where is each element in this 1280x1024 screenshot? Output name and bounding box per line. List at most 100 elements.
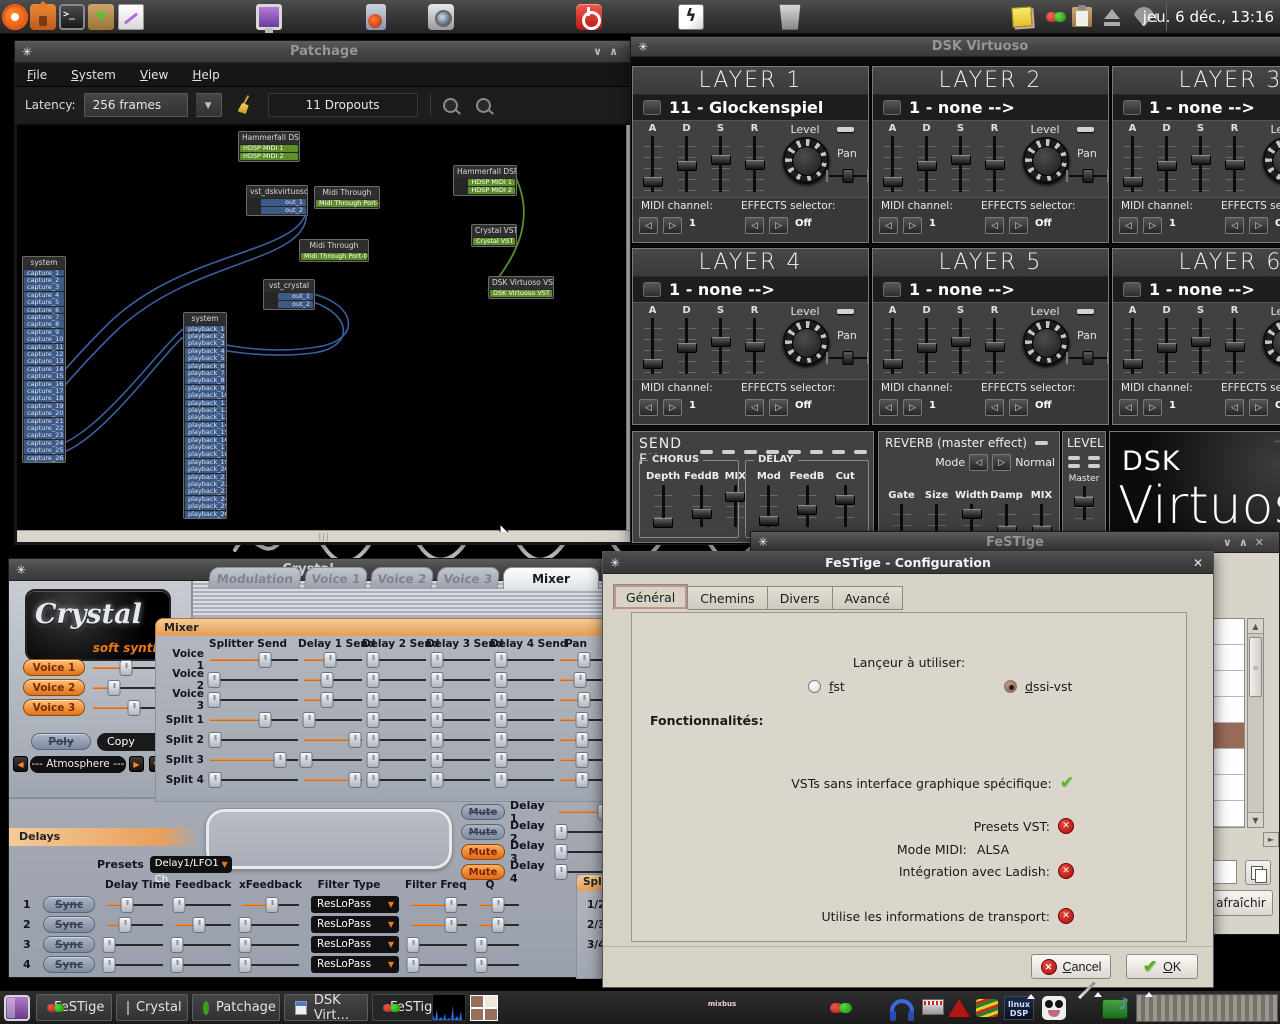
adsr-slider[interactable] bbox=[675, 136, 699, 192]
sync-button[interactable]: Sync bbox=[43, 916, 95, 933]
adsr-slider[interactable] bbox=[915, 318, 939, 374]
node-midi-through-1[interactable]: Midi Through Midi Through Port-0 bbox=[314, 186, 380, 209]
mixer-slider[interactable] bbox=[560, 772, 604, 788]
ubuntu-menu-icon[interactable] bbox=[2, 4, 28, 30]
trash-icon[interactable] bbox=[777, 4, 803, 30]
effects-prev-button[interactable]: ◁ bbox=[985, 217, 1004, 234]
layer-patch-name[interactable]: 1 - none --> bbox=[909, 98, 1015, 117]
audio-out-port[interactable]: out_1 bbox=[278, 293, 313, 300]
midi-in-port[interactable]: HDSP MIDI 1 bbox=[240, 145, 298, 152]
clipboard-tray-icon[interactable] bbox=[1072, 7, 1092, 27]
node-dsk-virtuoso-vst[interactable]: DSK Virtuoso VST DSK Virtuoso VST bbox=[488, 276, 554, 299]
pencil-dock-icon[interactable] bbox=[1076, 995, 1102, 1021]
delay-time-slider[interactable] bbox=[107, 957, 163, 973]
adsr-slider[interactable] bbox=[709, 318, 733, 374]
menu-item[interactable]: System bbox=[71, 68, 116, 82]
soundcard-dock-icon[interactable] bbox=[1102, 999, 1128, 1019]
mixer-slider[interactable] bbox=[496, 692, 554, 708]
mixer-slider[interactable] bbox=[560, 692, 604, 708]
level-knob[interactable] bbox=[1263, 137, 1280, 183]
node-vst-dskvirtuoso[interactable]: vst_dskvirtuoso out_1out_2 bbox=[246, 185, 308, 216]
mixer-slider[interactable] bbox=[304, 672, 362, 688]
audio-out-port[interactable]: out_1 bbox=[261, 199, 306, 206]
mixer-slider[interactable] bbox=[210, 692, 298, 708]
fx-slider[interactable] bbox=[757, 485, 781, 527]
mixer-slider[interactable] bbox=[496, 772, 554, 788]
window-controls[interactable]: ∨∧✕ bbox=[1223, 532, 1271, 553]
mixer-slider[interactable] bbox=[368, 732, 426, 748]
preset-next-button[interactable]: ▶ bbox=[129, 756, 144, 772]
mixer-slider[interactable] bbox=[210, 732, 298, 748]
sync-button[interactable]: Sync bbox=[43, 956, 95, 973]
taskbar-button-patchage[interactable]: Patchage bbox=[192, 994, 280, 1021]
midi-channel-next-button[interactable]: ▷ bbox=[903, 217, 922, 234]
mixer-slider[interactable] bbox=[304, 732, 362, 748]
layer-enable-button[interactable] bbox=[883, 100, 901, 115]
midi-port[interactable]: Midi Through Port-0 bbox=[316, 200, 378, 207]
tab-voice-3[interactable]: Voice 3 bbox=[436, 567, 500, 589]
midi-channel-prev-button[interactable]: ◁ bbox=[639, 217, 658, 234]
fx-slider[interactable] bbox=[690, 485, 714, 527]
adsr-slider[interactable] bbox=[1155, 136, 1179, 192]
filter-freq-slider[interactable] bbox=[411, 897, 467, 913]
adsr-slider[interactable] bbox=[1223, 318, 1247, 374]
node-system-capture[interactable]: system capture_1capture_2capture_3captur… bbox=[22, 256, 66, 463]
radio-dot[interactable] bbox=[808, 680, 821, 693]
effects-prev-button[interactable]: ◁ bbox=[1225, 217, 1244, 234]
delay-level-slider[interactable] bbox=[559, 844, 605, 860]
window-menu-icon[interactable]: ✳ bbox=[758, 532, 768, 553]
midi-channel-next-button[interactable]: ▷ bbox=[663, 399, 682, 416]
q-slider[interactable] bbox=[479, 897, 519, 913]
mixer-slider[interactable] bbox=[496, 712, 554, 728]
effects-prev-button[interactable]: ◁ bbox=[745, 399, 764, 416]
mixer-slider[interactable] bbox=[210, 772, 298, 788]
cpu-monitor-applet[interactable] bbox=[432, 994, 466, 1021]
layer-enable-button[interactable] bbox=[643, 282, 661, 297]
xfeedback-slider[interactable] bbox=[243, 897, 299, 913]
mixer-slider[interactable] bbox=[304, 692, 362, 708]
dialog-titlebar[interactable]: ✳ FeSTige - Configuration ✕ bbox=[603, 552, 1213, 574]
festige-titlebar[interactable]: ✳ FeSTige ∨∧✕ bbox=[751, 532, 1279, 553]
adsr-slider[interactable] bbox=[1223, 136, 1247, 192]
mixer-slider[interactable] bbox=[304, 652, 362, 668]
window-switcher-icon[interactable]: ϟ bbox=[678, 4, 704, 30]
midi-in-port[interactable]: Crystal VST bbox=[473, 238, 515, 245]
taskbar-button-dsk[interactable]: DSK Virt... bbox=[284, 994, 368, 1021]
mixer-slider[interactable] bbox=[496, 652, 554, 668]
terminal-icon[interactable]: >_ bbox=[59, 4, 85, 30]
mixer-slider[interactable] bbox=[560, 752, 604, 768]
layer-patch-name[interactable]: 1 - none --> bbox=[669, 280, 775, 299]
level-knob[interactable] bbox=[783, 137, 829, 183]
adsr-slider[interactable] bbox=[1121, 136, 1145, 192]
reverb-mode-prev-button[interactable]: ◁ bbox=[969, 454, 988, 471]
node-midi-through-2[interactable]: Midi Through Midi Through Port-0 bbox=[299, 239, 369, 262]
taskbar-button-crystal[interactable]: Crystal bbox=[116, 994, 188, 1021]
effects-next-button[interactable]: ▷ bbox=[1249, 399, 1268, 416]
layer-enable-button[interactable] bbox=[1123, 282, 1141, 297]
effects-next-button[interactable]: ▷ bbox=[769, 217, 788, 234]
mixer-slider[interactable] bbox=[368, 752, 426, 768]
mixer-slider[interactable] bbox=[432, 752, 490, 768]
cancel-button[interactable]: ✕ Cancel bbox=[1031, 954, 1111, 979]
level-knob[interactable] bbox=[1023, 137, 1069, 183]
taskbar-menu-icon[interactable] bbox=[4, 995, 30, 1021]
adsr-slider[interactable] bbox=[641, 136, 665, 192]
mute-button[interactable]: Mute bbox=[461, 864, 505, 880]
dialog-tab[interactable]: Divers bbox=[768, 586, 833, 610]
mixer-slider[interactable] bbox=[560, 712, 604, 728]
audio-out-port[interactable]: out_2 bbox=[278, 301, 313, 308]
adsr-slider[interactable] bbox=[743, 318, 767, 374]
scroll-up-icon[interactable]: ▲ bbox=[1248, 619, 1263, 634]
mixer-slider[interactable] bbox=[560, 672, 604, 688]
feedback-slider[interactable] bbox=[175, 957, 231, 973]
adsr-slider[interactable] bbox=[983, 318, 1007, 374]
effects-prev-button[interactable]: ◁ bbox=[985, 399, 1004, 416]
voice-2-button[interactable]: Voice 2 bbox=[23, 679, 85, 696]
menu-item[interactable]: View bbox=[140, 68, 168, 82]
filter-type-dropdown[interactable]: ResLoPass bbox=[311, 936, 399, 953]
pan-slider[interactable] bbox=[829, 169, 867, 183]
mixer-slider[interactable] bbox=[560, 732, 604, 748]
effects-next-button[interactable]: ▷ bbox=[1249, 217, 1268, 234]
waves-dock-icon[interactable] bbox=[976, 999, 998, 1017]
refresh-button[interactable]: afraîchir bbox=[1209, 890, 1273, 916]
